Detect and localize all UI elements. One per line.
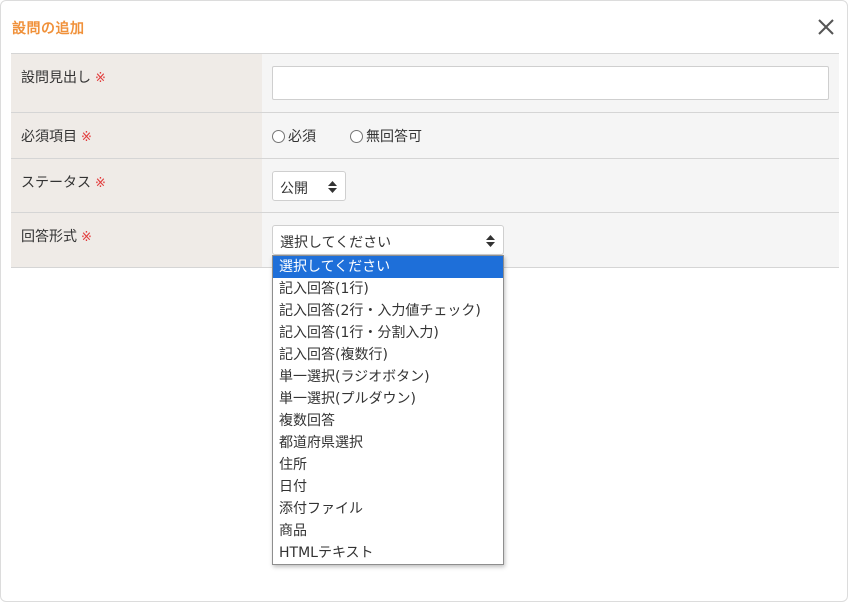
required-radio-group: 必須 無回答可 xyxy=(272,126,456,146)
field-value: 公開 xyxy=(262,159,839,212)
field-label: ステータス ※ xyxy=(11,159,262,212)
question-form: 設問見出し ※ 必須項目 ※ 必須 無回答可 ステータス ※ 公開 回答形式 ※… xyxy=(11,53,839,268)
required-mark: ※ xyxy=(81,230,92,245)
form-row-status: ステータス ※ 公開 xyxy=(11,159,839,213)
dropdown-option[interactable]: 記入回答(2行・入力値チェック) xyxy=(273,300,503,322)
status-select-value: 公開 xyxy=(280,181,308,197)
dropdown-option[interactable]: 記入回答(1行) xyxy=(273,278,503,300)
required-mark: ※ xyxy=(81,130,92,145)
dropdown-option[interactable]: 商品 xyxy=(273,520,503,542)
radio-label: 必須 xyxy=(288,129,316,145)
updown-arrows-icon xyxy=(328,181,337,193)
answer-format-dropdown: 選択してください 記入回答(1行) 記入回答(2行・入力値チェック) 記入回答(… xyxy=(272,255,504,565)
dropdown-option[interactable]: 都道府県選択 xyxy=(273,432,503,454)
field-label-text: 設問見出し xyxy=(21,70,91,86)
add-question-dialog: 設問の追加 設問見出し ※ 必須項目 ※ 必須 無回答可 ステータス ※ 公開 … xyxy=(0,0,848,602)
field-label-text: 必須項目 xyxy=(21,129,77,145)
radio-optional[interactable]: 無回答可 xyxy=(350,126,422,146)
close-icon xyxy=(818,19,834,35)
radio-button[interactable] xyxy=(272,129,285,143)
form-row-required: 必須項目 ※ 必須 無回答可 xyxy=(11,113,839,159)
required-mark: ※ xyxy=(95,176,106,191)
field-label: 必須項目 ※ xyxy=(11,113,262,158)
required-mark: ※ xyxy=(95,71,106,86)
dropdown-option[interactable]: 記入回答(1行・分割入力) xyxy=(273,322,503,344)
dialog-header: 設問の追加 xyxy=(1,1,847,53)
field-label-text: 回答形式 xyxy=(21,229,77,245)
field-value xyxy=(262,54,839,112)
dropdown-option[interactable]: 単一選択(プルダウン) xyxy=(273,388,503,410)
radio-required[interactable]: 必須 xyxy=(272,126,316,146)
answer-format-select[interactable]: 選択してください xyxy=(272,225,504,255)
form-row-heading: 設問見出し ※ xyxy=(11,54,839,113)
dropdown-option[interactable]: 日付 xyxy=(273,476,503,498)
answer-format-select-value: 選択してください xyxy=(280,235,392,251)
radio-button[interactable] xyxy=(350,129,363,143)
dropdown-option[interactable]: 添付ファイル xyxy=(273,498,503,520)
dialog-title: 設問の追加 xyxy=(12,21,85,37)
dropdown-option[interactable]: 住所 xyxy=(273,454,503,476)
dropdown-option[interactable]: 選択してください xyxy=(273,256,503,278)
field-value: 必須 無回答可 xyxy=(262,113,839,158)
dropdown-option[interactable]: 単一選択(ラジオボタン) xyxy=(273,366,503,388)
question-heading-input[interactable] xyxy=(272,66,829,100)
updown-arrows-icon xyxy=(486,235,495,247)
radio-label: 無回答可 xyxy=(366,129,422,145)
dropdown-option[interactable]: HTMLテキスト xyxy=(273,542,503,564)
field-label: 回答形式 ※ xyxy=(11,213,262,267)
field-label-text: ステータス xyxy=(21,175,91,191)
status-select[interactable]: 公開 xyxy=(272,171,346,201)
dropdown-option[interactable]: 記入回答(複数行) xyxy=(273,344,503,366)
close-button[interactable] xyxy=(816,17,836,37)
dropdown-option[interactable]: 複数回答 xyxy=(273,410,503,432)
field-label: 設問見出し ※ xyxy=(11,54,262,112)
